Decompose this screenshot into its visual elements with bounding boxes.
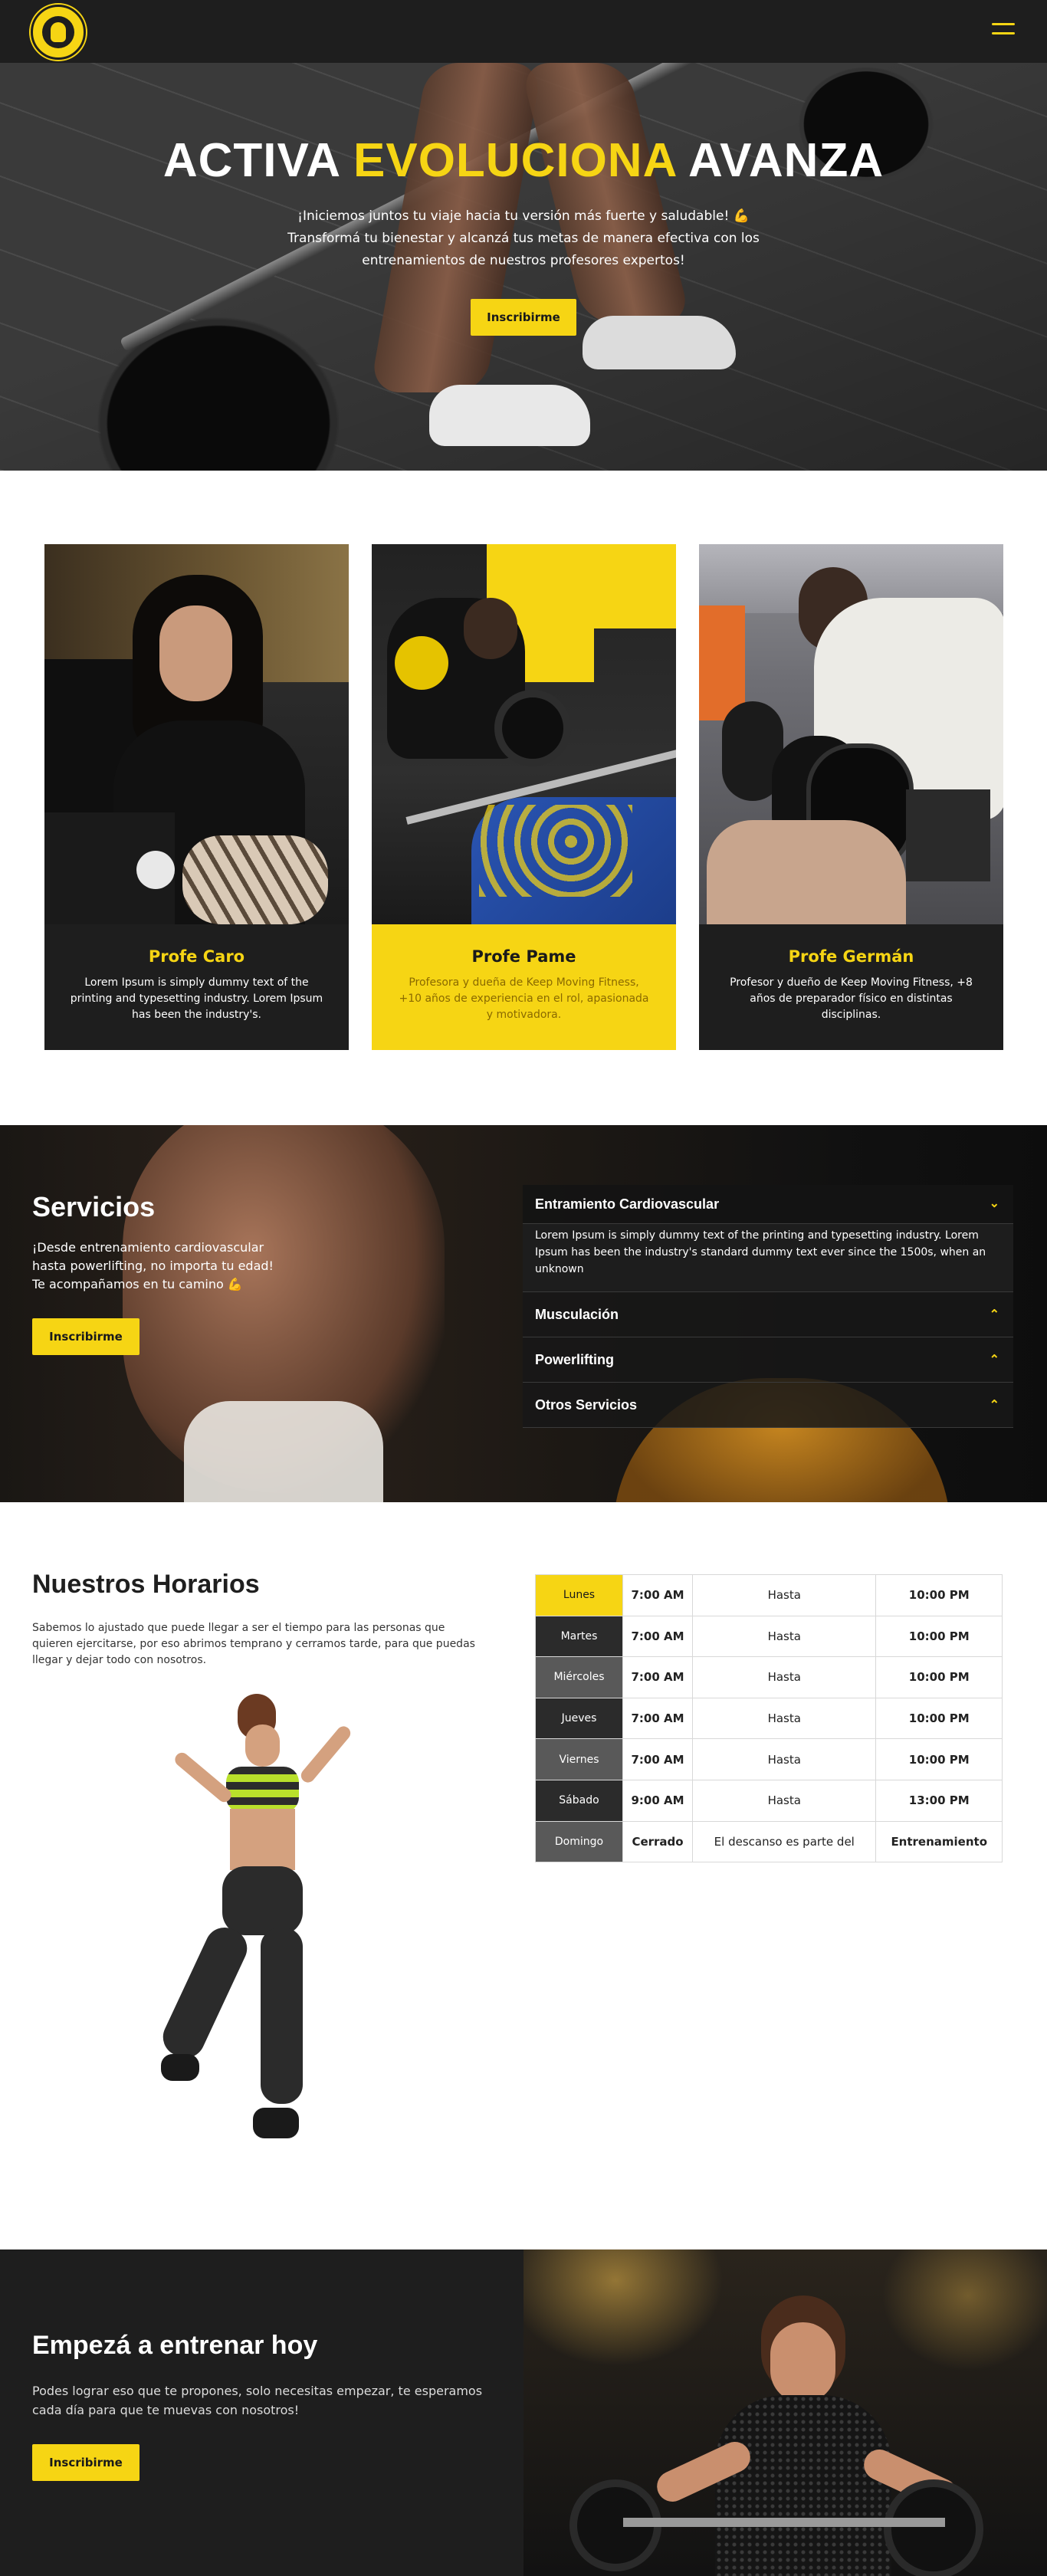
table-row: Miércoles 7:00 AM Hasta 10:00 PM — [535, 1656, 1003, 1698]
accordion-header[interactable]: Otros Servicios ⌃ — [523, 1383, 1013, 1428]
chevron-down-icon: ⌄ — [989, 1197, 999, 1210]
close-time-cell: 13:00 PM — [875, 1779, 1003, 1822]
table-row: Sábado 9:00 AM Hasta 13:00 PM — [535, 1779, 1003, 1822]
day-cell: Lunes — [535, 1574, 623, 1616]
open-time-cell: 7:00 AM — [622, 1574, 694, 1616]
trainer-description: Lorem Ipsum is simply dummy text of the … — [70, 976, 323, 1021]
separator-cell: Hasta — [692, 1574, 877, 1616]
accordion-header[interactable]: Powerlifting ⌃ — [523, 1337, 1013, 1383]
table-row: Martes 7:00 AM Hasta 10:00 PM — [535, 1615, 1003, 1658]
open-time-cell: 7:00 AM — [622, 1615, 694, 1658]
open-time-cell: 9:00 AM — [622, 1779, 694, 1822]
trainer-photo — [699, 544, 1003, 924]
separator-cell: Hasta — [692, 1738, 877, 1780]
trainer-photo — [372, 544, 676, 924]
woman-lifting-dumbbells-image — [524, 2249, 1047, 2576]
logo-emblem-icon — [42, 16, 74, 48]
services-title: Servicios — [32, 1191, 156, 1222]
hero-title-word-1: ACTIVA — [162, 134, 340, 187]
cta-title: Empezá a entrenar hoy — [32, 2331, 318, 2360]
close-time-cell: 10:00 PM — [875, 1738, 1003, 1780]
trainer-card: Profe Caro Lorem Ipsum is simply dummy t… — [44, 544, 349, 1050]
table-row: Viernes 7:00 AM Hasta 10:00 PM — [535, 1738, 1003, 1780]
trainer-description: Profesora y dueña de Keep Moving Fitness… — [399, 976, 649, 1021]
hero-subtitle-line-2: Transformá tu bienestar y alcanzá tus me… — [287, 231, 760, 268]
table-row: Lunes 7:00 AM Hasta 10:00 PM — [535, 1574, 1003, 1616]
close-time-cell: 10:00 PM — [875, 1574, 1003, 1616]
chevron-up-icon: ⌃ — [989, 1354, 999, 1367]
open-time-cell: 7:00 AM — [622, 1697, 694, 1740]
trainer-card: Profe Pame Profesora y dueña de Keep Mov… — [372, 544, 676, 1050]
accordion-item-powerlifting: Powerlifting ⌃ — [523, 1337, 1013, 1383]
separator-cell: Hasta — [692, 1697, 877, 1740]
accordion-label: Musculación — [535, 1307, 619, 1322]
day-cell: Jueves — [535, 1697, 623, 1740]
schedule-section: Nuestros Horarios Sabemos lo ajustado qu… — [0, 1502, 1047, 2249]
accordion-item-otros: Otros Servicios ⌃ — [523, 1383, 1013, 1428]
runner-woman-image — [153, 1694, 383, 2154]
chevron-up-icon: ⌃ — [989, 1399, 999, 1412]
trainer-description: Profesor y dueño de Keep Moving Fitness,… — [730, 976, 973, 1021]
trainer-photo — [44, 544, 349, 924]
hero-subtitle: ¡Iniciemos juntos tu viaje hacia tu vers… — [253, 205, 794, 272]
services-accordion: Entramiento Cardiovascular ⌄ Lorem Ipsum… — [523, 1185, 1013, 1428]
close-time-cell: 10:00 PM — [875, 1656, 1003, 1698]
services-section: Servicios ¡Desde entrenamiento cardiovas… — [0, 1125, 1047, 1502]
trainer-name: Profe Pame — [471, 947, 576, 966]
accordion-item-cardio: Entramiento Cardiovascular ⌄ Lorem Ipsum… — [523, 1185, 1013, 1292]
separator-cell: Hasta — [692, 1656, 877, 1698]
day-cell: Miércoles — [535, 1656, 623, 1698]
cta-signup-button[interactable]: Inscribirme — [32, 2444, 139, 2481]
trainer-name: Profe Caro — [148, 947, 245, 966]
hero-subtitle-line-1: ¡Iniciemos juntos tu viaje hacia tu vers… — [297, 208, 750, 224]
chevron-up-icon: ⌃ — [989, 1308, 999, 1321]
table-row: Domingo Cerrado El descanso es parte del… — [535, 1820, 1003, 1863]
trainer-name: Profe Germán — [788, 947, 914, 966]
call-to-action-section: Empezá a entrenar hoy Podes lograr eso q… — [0, 2249, 1047, 2576]
accordion-label: Powerlifting — [535, 1352, 614, 1367]
hero-section: ACTIVA EVOLUCIONA AVANZA ¡Iniciemos junt… — [0, 63, 1047, 471]
accordion-label: Entramiento Cardiovascular — [535, 1196, 720, 1212]
services-signup-button[interactable]: Inscribirme — [32, 1318, 139, 1355]
day-cell: Sábado — [535, 1779, 623, 1822]
day-cell: Martes — [535, 1615, 623, 1658]
accordion-item-musculacion: Musculación ⌃ — [523, 1292, 1013, 1337]
hamburger-menu-icon[interactable] — [992, 23, 1015, 38]
accordion-content: Lorem Ipsum is simply dummy text of the … — [523, 1223, 1013, 1291]
close-time-cell: 10:00 PM — [875, 1615, 1003, 1658]
cta-description: Podes lograr eso que te propones, solo n… — [32, 2384, 483, 2417]
services-description: ¡Desde entrenamiento cardiovascular hast… — [32, 1240, 274, 1291]
close-time-cell: Entrenamiento — [875, 1820, 1003, 1863]
separator-cell: Hasta — [692, 1779, 877, 1822]
trainers-section: Profe Caro Lorem Ipsum is simply dummy t… — [0, 471, 1047, 1125]
separator-cell: El descanso es parte del — [692, 1820, 877, 1863]
accordion-header[interactable]: Entramiento Cardiovascular ⌄ — [523, 1185, 1013, 1223]
hero-title: ACTIVA EVOLUCIONA AVANZA — [0, 133, 1047, 188]
separator-cell: Hasta — [692, 1615, 877, 1658]
schedule-title: Nuestros Horarios — [32, 1570, 260, 1599]
table-row: Jueves 7:00 AM Hasta 10:00 PM — [535, 1697, 1003, 1740]
day-cell: Domingo — [535, 1820, 623, 1863]
accordion-label: Otros Servicios — [535, 1397, 638, 1413]
open-time-cell: 7:00 AM — [622, 1656, 694, 1698]
day-cell: Viernes — [535, 1738, 623, 1780]
close-time-cell: 10:00 PM — [875, 1697, 1003, 1740]
trainer-card: Profe Germán Profesor y dueño de Keep Mo… — [699, 544, 1003, 1050]
schedule-description: Sabemos lo ajustado que puede llegar a s… — [32, 1622, 475, 1666]
hero-title-word-2: EVOLUCIONA — [353, 134, 677, 187]
open-time-cell: 7:00 AM — [622, 1738, 694, 1780]
top-navbar — [0, 0, 1047, 63]
hero-title-word-3: AVANZA — [688, 134, 885, 187]
accordion-header[interactable]: Musculación ⌃ — [523, 1292, 1013, 1337]
keep-moving-fitness-logo[interactable] — [31, 5, 86, 60]
open-time-cell: Cerrado — [622, 1820, 694, 1863]
schedule-table: Lunes 7:00 AM Hasta 10:00 PM Martes 7:00… — [535, 1574, 1003, 1863]
hero-signup-button[interactable]: Inscribirme — [471, 299, 576, 336]
